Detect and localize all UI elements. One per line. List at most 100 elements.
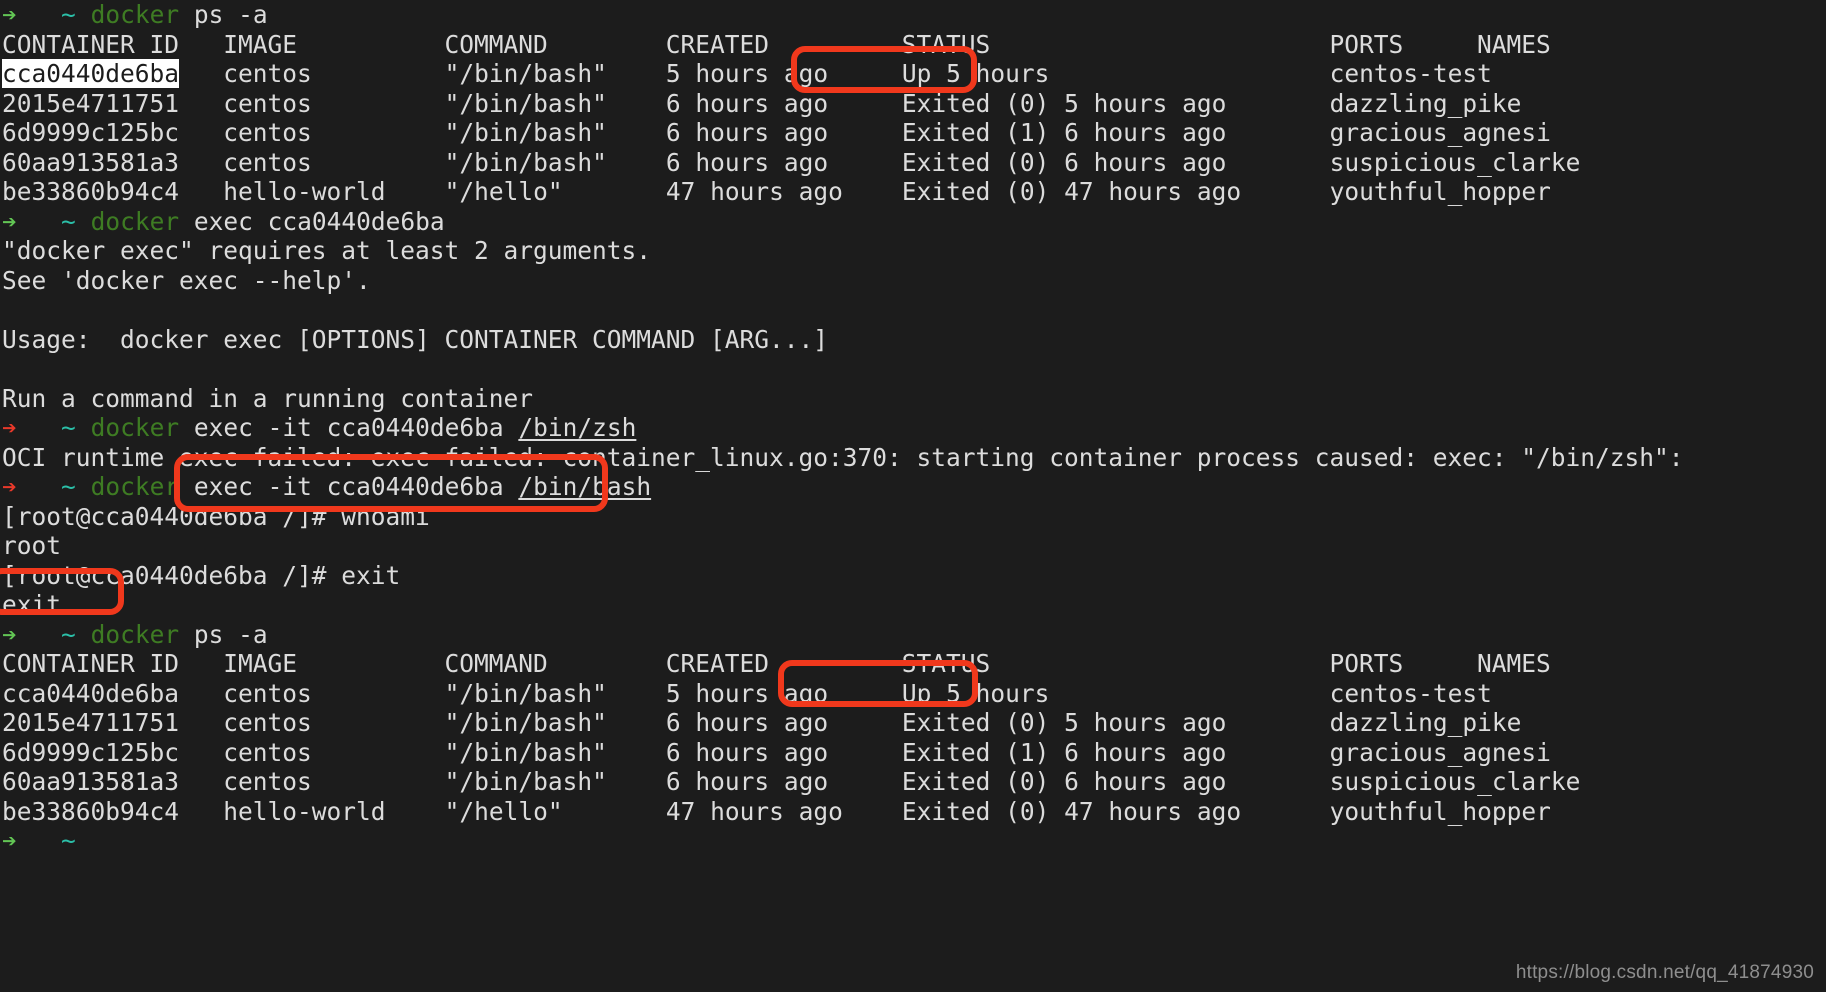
table-row: cca0440de6ba centos "/bin/bash" 5 hours …	[2, 679, 1826, 709]
row-pad	[386, 797, 445, 826]
prompt-line-docker-ps-1: ➔ ~ docker ps -a	[2, 0, 1826, 30]
cell-command: "/bin/bash"	[444, 59, 607, 88]
command-args-ps: ps -a	[179, 619, 268, 649]
row-pad	[607, 118, 666, 147]
container-id-selected[interactable]: cca0440de6ba	[2, 59, 180, 88]
cell-created: 5 hours ago	[665, 59, 829, 88]
cell-status: Exited (0) 47 hours ago	[901, 796, 1242, 826]
cell-container-id: cca0440de6ba	[2, 678, 180, 708]
prompt-cwd-tilde: ~	[61, 206, 76, 236]
prompt-cwd-tilde: ~	[61, 619, 76, 649]
cell-created: 6 hours ago	[665, 737, 829, 767]
oci-runtime-error-line: OCI runtime exec failed: exec failed: co…	[2, 443, 1826, 473]
row-pad	[607, 738, 666, 767]
cell-created: 6 hours ago	[665, 118, 829, 147]
cell-image: centos	[223, 118, 312, 147]
container-prompt-text: [root@cca0440de6ba /]# whoami	[2, 501, 430, 531]
cell-container-id: 2015e4711751	[2, 88, 180, 118]
cell-image: hello-world	[223, 177, 386, 206]
row-pad	[607, 767, 666, 796]
row-pad	[828, 89, 902, 118]
row-pad	[1226, 708, 1329, 737]
description-text: Run a command in a running container	[2, 383, 534, 413]
row-pad	[828, 59, 902, 88]
command-docker: docker	[90, 472, 180, 501]
row-pad	[828, 148, 902, 177]
row-pad	[1226, 89, 1329, 118]
row-pad	[1226, 118, 1329, 147]
prompt-cwd-tilde: ~	[61, 0, 76, 29]
prompt-cwd-tilde: ~	[61, 472, 76, 501]
row-pad	[843, 177, 902, 206]
oci-error-text: OCI runtime exec failed: exec failed: co…	[2, 442, 1684, 472]
table-header-text: CONTAINER ID IMAGE COMMAND CREATED STATU…	[2, 29, 1551, 59]
cell-status: Up 5 hours	[901, 59, 1050, 88]
row-pad	[828, 767, 902, 796]
cell-image: centos	[223, 708, 312, 737]
cell-image: hello-world	[223, 796, 386, 826]
row-pad	[1241, 797, 1330, 826]
terminal-output-area[interactable]: ➔ ~ docker ps -a CONTAINER ID IMAGE COMM…	[0, 0, 1826, 857]
cell-created: 6 hours ago	[665, 708, 829, 737]
blank-text: .	[2, 295, 17, 324]
row-pad	[179, 797, 223, 826]
prompt-gap	[17, 0, 61, 29]
cell-names: centos-test	[1329, 678, 1492, 708]
row-pad	[607, 708, 666, 737]
cell-command: "/bin/bash"	[444, 737, 607, 767]
terminal-window[interactable]: ➔ ~ docker ps -a CONTAINER ID IMAGE COMM…	[0, 0, 1826, 992]
table-row: 60aa913581a3 centos "/bin/bash" 6 hours …	[2, 148, 1826, 178]
whoami-result-line: root	[2, 531, 1826, 561]
cell-names: dazzling_pike	[1329, 708, 1522, 737]
table-row: 60aa913581a3 centos "/bin/bash" 6 hours …	[2, 767, 1826, 797]
usage-description: Run a command in a running container	[2, 384, 1826, 414]
container-prompt-text: [root@cca0440de6ba /]# exit	[2, 560, 401, 590]
cell-container-id: 60aa913581a3	[2, 767, 180, 796]
cell-names: centos-test	[1329, 59, 1492, 88]
cell-created: 6 hours ago	[665, 88, 829, 118]
exit-echo-line: exit	[2, 590, 1826, 620]
prompt-line-docker-exec-bash: ➔ ~ docker exec -it cca0440de6ba /bin/ba…	[2, 472, 1826, 502]
prompt-line-final[interactable]: ➔ ~	[2, 826, 1826, 856]
cell-container-id: 2015e4711751	[2, 708, 180, 737]
cell-names: youthful_hopper	[1329, 177, 1551, 206]
prompt-line-docker-ps-2: ➔ ~ docker ps -a	[2, 620, 1826, 650]
command-docker: docker	[90, 619, 180, 649]
prompt-arrow-icon: ➔	[2, 0, 17, 29]
row-pad	[386, 177, 445, 206]
command-docker: docker	[90, 206, 180, 236]
table-header-text: CONTAINER ID IMAGE COMMAND CREATED STATU…	[2, 649, 1551, 678]
cell-command: "/bin/bash"	[444, 147, 607, 177]
cell-status: Exited (0) 6 hours ago	[901, 147, 1227, 177]
prompt-line-docker-exec-zsh: ➔ ~ docker exec -it cca0440de6ba /bin/zs…	[2, 413, 1826, 443]
prompt-gap	[17, 620, 61, 649]
row-pad	[179, 767, 223, 796]
row-pad	[563, 797, 666, 826]
cell-image: centos	[223, 678, 312, 708]
row-pad	[312, 767, 445, 796]
row-pad	[607, 59, 666, 88]
cell-status: Up 5 hours	[901, 678, 1050, 708]
row-pad	[312, 679, 445, 708]
cell-command: "/bin/bash"	[444, 88, 607, 118]
cell-command: "/bin/bash"	[444, 767, 607, 796]
row-pad	[179, 708, 223, 737]
row-pad	[563, 177, 666, 206]
cell-container-id: 6d9999c125bc	[2, 118, 180, 147]
row-pad	[179, 679, 223, 708]
row-pad	[179, 738, 223, 767]
blank-line: .	[2, 295, 1826, 325]
prompt-gap	[17, 413, 61, 442]
cell-status: Exited (1) 6 hours ago	[901, 118, 1227, 147]
row-pad	[828, 738, 902, 767]
cell-names: dazzling_pike	[1329, 88, 1522, 118]
cell-command: "/hello"	[444, 796, 563, 826]
csdn-watermark: https://blog.csdn.net/qq_41874930	[1515, 962, 1814, 983]
row-pad	[1049, 59, 1329, 88]
cell-created: 47 hours ago	[665, 177, 843, 206]
cell-created: 6 hours ago	[665, 147, 829, 177]
cell-command: "/bin/bash"	[444, 708, 607, 737]
cell-names: suspicious_clarke	[1329, 767, 1581, 796]
